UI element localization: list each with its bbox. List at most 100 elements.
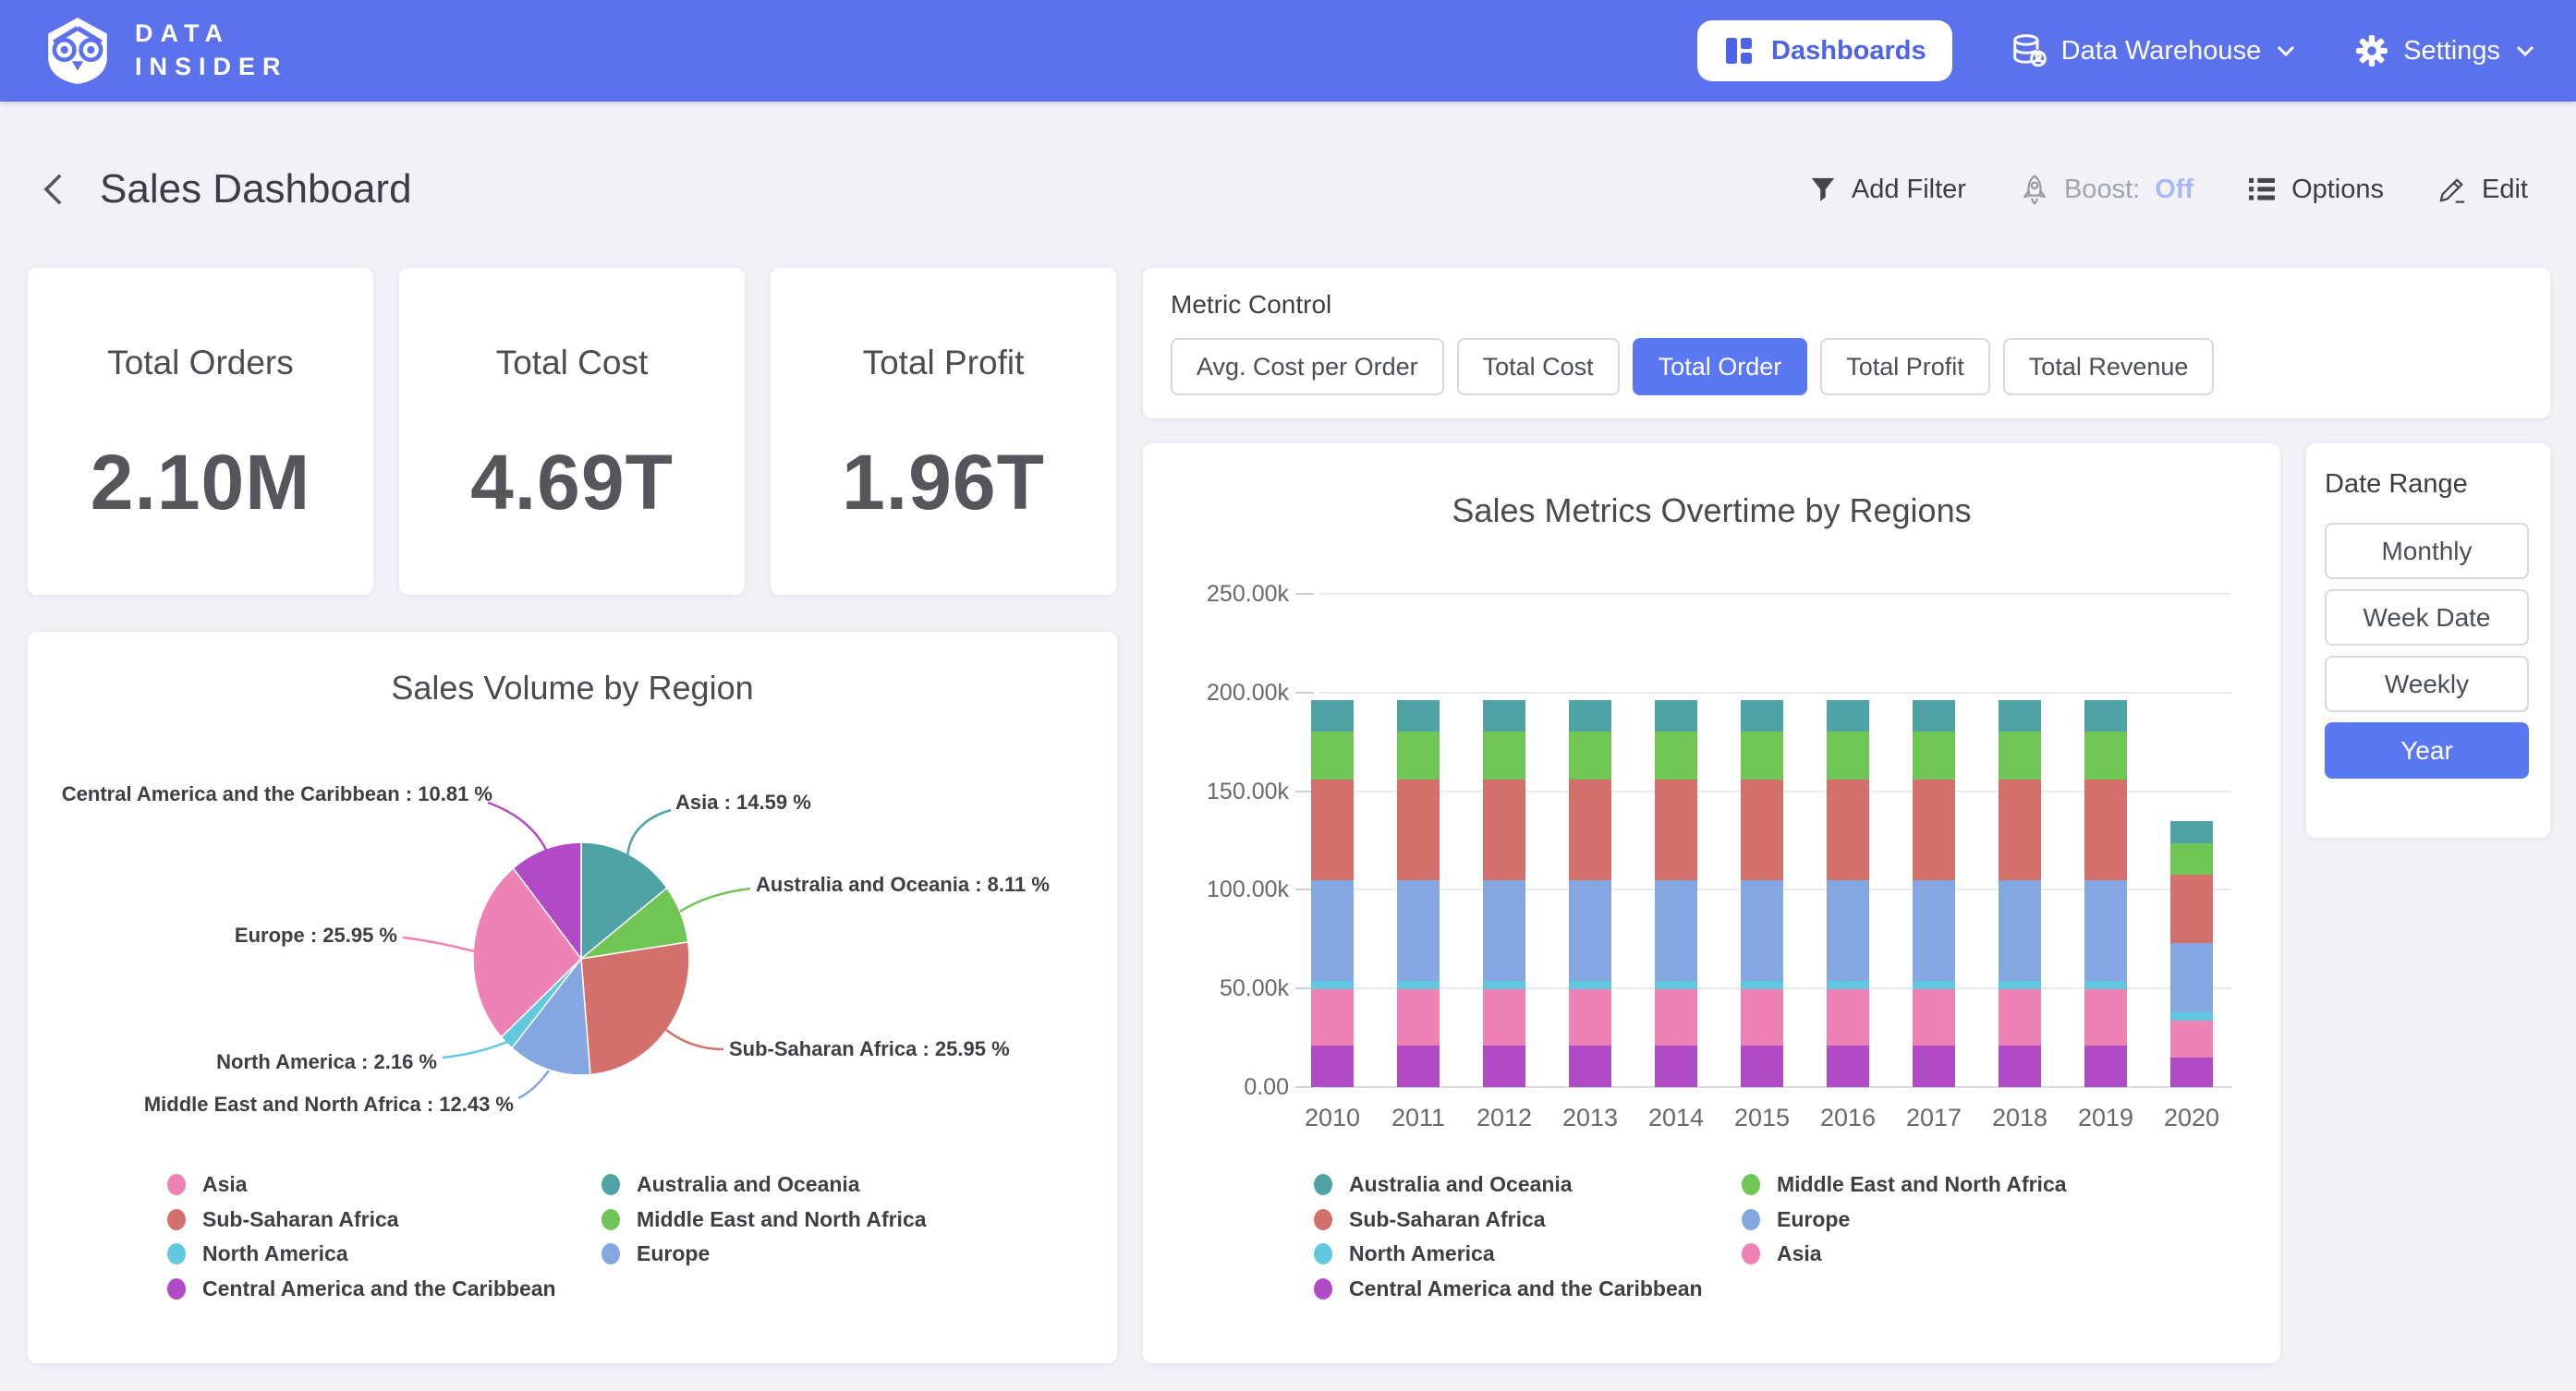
legend-label: North America	[202, 1241, 348, 1266]
database-icon	[2011, 33, 2047, 68]
bar-chart-card: Sales Metrics Overtime by Regions 0.0050…	[1143, 443, 2280, 1363]
legend-item[interactable]: North America	[167, 1241, 348, 1266]
kpi-label: Total Orders	[107, 344, 294, 382]
legend-item[interactable]: Sub-Saharan Africa	[167, 1207, 399, 1232]
legend-dot	[167, 1278, 186, 1300]
legend-item[interactable]: Middle East and North Africa	[1742, 1172, 2067, 1197]
legend-label: Europe	[1777, 1207, 1850, 1232]
brand-line1: DATA	[135, 18, 288, 51]
chevron-down-icon	[2276, 44, 2296, 57]
page-title: Sales Dashboard	[100, 166, 412, 212]
date-range-option-monthly[interactable]: Monthly	[2325, 523, 2529, 579]
bar-chart-legend: Australia and Oceania Sub-Saharan Africa N…	[1143, 443, 2280, 1363]
dashboard-grid-icon	[1723, 35, 1755, 67]
legend-label: Middle East and North Africa	[1777, 1172, 2067, 1197]
add-filter-label: Add Filter	[1852, 175, 1966, 205]
kpi-card-total-orders: Total Orders 2.10M	[28, 268, 373, 595]
edit-label: Edit	[2482, 175, 2528, 205]
top-nav-menu: Dashboards Data Warehouse	[1697, 20, 2535, 81]
legend-dot	[601, 1243, 620, 1264]
legend-label: North America	[1349, 1241, 1495, 1266]
pie-chart-card: Sales Volume by Region Asia : 14.59 %Aus…	[28, 632, 1117, 1363]
legend-item[interactable]: Central America and the Caribbean	[1314, 1276, 1703, 1301]
legend-item[interactable]: Central America and the Caribbean	[167, 1276, 556, 1301]
date-range-card: Date Range Monthly Week Date Weekly Year	[2306, 443, 2550, 838]
filter-funnel-icon	[1809, 175, 1837, 203]
legend-item[interactable]: Australia and Oceania	[601, 1172, 860, 1197]
legend-dot	[1314, 1278, 1332, 1300]
options-label: Options	[2291, 175, 2384, 205]
legend-label: Europe	[637, 1241, 710, 1266]
legend-label: Middle East and North Africa	[637, 1207, 927, 1232]
legend-label: Central America and the Caribbean	[1349, 1276, 1703, 1301]
metric-option-total-profit[interactable]: Total Profit	[1820, 338, 1990, 395]
legend-label: Sub-Saharan Africa	[202, 1207, 399, 1232]
legend-label: Asia	[202, 1172, 248, 1197]
date-range-title: Date Range	[2325, 469, 2532, 500]
legend-label: Central America and the Caribbean	[202, 1276, 556, 1301]
kpi-value: 1.96T	[842, 438, 1045, 527]
add-filter-button[interactable]: Add Filter	[1809, 175, 1966, 205]
nav-settings[interactable]: Settings	[2355, 34, 2535, 67]
date-range-option-week-date[interactable]: Week Date	[2325, 589, 2529, 646]
nav-data-warehouse-label: Data Warehouse	[2061, 36, 2262, 67]
boost-state: Off	[2155, 175, 2193, 205]
metric-option-total-revenue[interactable]: Total Revenue	[2003, 338, 2215, 395]
legend-dot	[1314, 1243, 1332, 1264]
legend-label: Asia	[1777, 1241, 1822, 1266]
legend-item[interactable]: Sub-Saharan Africa	[1314, 1207, 1546, 1232]
metric-control-buttons: Avg. Cost per OrderTotal CostTotal Order…	[1171, 338, 2522, 395]
owl-logo-icon	[41, 14, 115, 88]
legend-dot	[1742, 1174, 1760, 1195]
brand-logo[interactable]: DATA INSIDER	[41, 14, 288, 88]
legend-item[interactable]: Asia	[167, 1172, 248, 1197]
pie-legend: Asia Sub-Saharan Africa North America Centr…	[28, 632, 1117, 1363]
kpi-label: Total Profit	[863, 344, 1025, 382]
page-header: Sales Dashboard Add Filter Boost: Off	[0, 102, 2576, 268]
metric-option-avg-cost-per-order[interactable]: Avg. Cost per Order	[1171, 338, 1444, 395]
legend-label: Australia and Oceania	[1349, 1172, 1573, 1197]
legend-item[interactable]: Europe	[601, 1241, 710, 1266]
metric-option-total-order[interactable]: Total Order	[1633, 338, 1808, 395]
date-range-option-weekly[interactable]: Weekly	[2325, 656, 2529, 712]
legend-item[interactable]: Australia and Oceania	[1314, 1172, 1573, 1197]
legend-dot	[1742, 1209, 1760, 1230]
legend-dot	[1742, 1243, 1760, 1264]
nav-dashboards[interactable]: Dashboards	[1697, 20, 1952, 81]
pencil-icon	[2437, 175, 2467, 204]
legend-item[interactable]: Europe	[1742, 1207, 1850, 1232]
nav-settings-label: Settings	[2403, 36, 2500, 67]
options-button[interactable]: Options	[2247, 175, 2384, 205]
top-nav: DATA INSIDER Dashboards	[0, 0, 2576, 102]
legend-dot	[1314, 1209, 1332, 1230]
rocket-icon	[2020, 173, 2049, 206]
legend-item[interactable]: North America	[1314, 1241, 1495, 1266]
metric-control-title: Metric Control	[1171, 290, 2522, 320]
kpi-label: Total Cost	[496, 344, 649, 382]
legend-dot	[1314, 1174, 1332, 1195]
legend-item[interactable]: Asia	[1742, 1241, 1822, 1266]
edit-button[interactable]: Edit	[2437, 175, 2528, 205]
legend-dot	[167, 1209, 186, 1230]
legend-dot	[601, 1209, 620, 1230]
nav-dashboards-label: Dashboards	[1771, 36, 1926, 67]
metric-option-total-cost[interactable]: Total Cost	[1457, 338, 1620, 395]
kpi-value: 2.10M	[91, 438, 310, 527]
chevron-down-icon	[2515, 44, 2535, 57]
boost-toggle[interactable]: Boost: Off	[2020, 173, 2193, 206]
back-button[interactable]	[39, 171, 67, 208]
legend-label: Sub-Saharan Africa	[1349, 1207, 1546, 1232]
list-options-icon	[2247, 176, 2277, 202]
legend-dot	[167, 1243, 186, 1264]
kpi-card-total-cost: Total Cost 4.69T	[399, 268, 745, 595]
brand-line2: INSIDER	[135, 51, 288, 84]
metric-control-card: Metric Control Avg. Cost per OrderTotal …	[1143, 268, 2550, 418]
nav-data-warehouse[interactable]: Data Warehouse	[2011, 33, 2297, 68]
legend-label: Australia and Oceania	[637, 1172, 860, 1197]
legend-dot	[601, 1174, 620, 1195]
boost-label: Boost:	[2064, 175, 2140, 205]
date-range-option-year[interactable]: Year	[2325, 722, 2529, 779]
gear-icon	[2355, 34, 2388, 67]
legend-item[interactable]: Middle East and North Africa	[601, 1207, 927, 1232]
legend-dot	[167, 1174, 186, 1195]
